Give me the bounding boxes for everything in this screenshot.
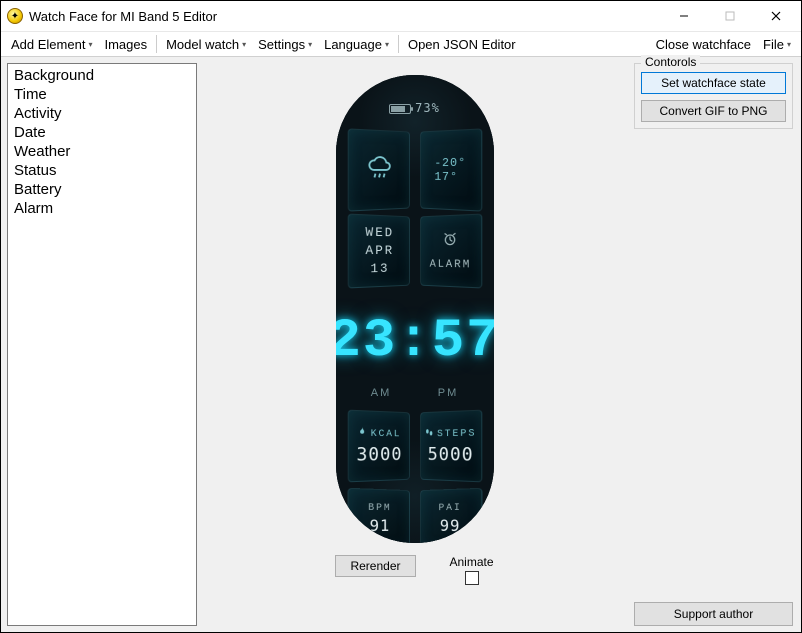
set-watchface-state-button[interactable]: Set watchface state [641,72,786,94]
activity-row: KCAL 3000 STEPS 5000 [348,411,482,481]
pai-value: 99 [439,516,460,535]
menu-model-watch[interactable]: Model watch▾ [160,34,252,55]
rerender-button[interactable]: Rerender [335,555,415,577]
steps-label: STEPS [437,428,476,440]
weather-row: -20° 17° [348,130,482,210]
main-area: Background Time Activity Date Weather St… [1,57,801,632]
menu-add-element[interactable]: Add Element▾ [5,34,98,55]
kcal-value: 3000 [356,444,402,466]
menu-divider [398,35,399,53]
bpm-value: 91 [369,516,390,535]
menu-images[interactable]: Images [98,34,153,55]
pai-label: PAI [438,503,461,514]
flame-icon [357,426,367,440]
right-panel: Contorols Set watchface state Convert GI… [626,57,801,632]
ampm-row: AM PM [348,387,482,399]
cloud-rain-icon [365,156,394,185]
battery-indicator: 73% [348,101,482,115]
list-item[interactable]: Status [10,161,194,180]
controls-group: Contorols Set watchface state Convert GI… [634,63,793,129]
date-pane: WED APR 13 [347,214,409,289]
convert-gif-button[interactable]: Convert GIF to PNG [641,100,786,122]
list-item[interactable]: Alarm [10,199,194,218]
controls-group-label: Contorols [641,55,700,69]
menu-settings[interactable]: Settings▾ [252,34,318,55]
menu-language[interactable]: Language▾ [318,34,395,55]
window-title: Watch Face for MI Band 5 Editor [29,9,217,24]
battery-icon [389,104,411,114]
alarm-label: ALARM [429,259,471,272]
steps-icon [425,427,434,441]
app-icon: ✦ [7,8,23,24]
kcal-pane: KCAL 3000 [347,410,409,483]
temp-high: 17° [434,170,466,184]
list-item[interactable]: Activity [10,104,194,123]
alarm-icon [442,231,458,255]
menubar: Add Element▾ Images Model watch▾ Setting… [1,31,801,57]
element-list[interactable]: Background Time Activity Date Weather St… [7,63,197,626]
menu-open-json[interactable]: Open JSON Editor [402,34,522,55]
titlebar: ✦ Watch Face for MI Band 5 Editor [1,1,801,31]
menu-file[interactable]: File▾ [757,34,797,55]
digital-time: 23:57 [336,311,494,372]
menu-close-watchface[interactable]: Close watchface [650,34,757,55]
close-button[interactable] [753,1,799,31]
support-author-button[interactable]: Support author [634,602,793,626]
minimize-button[interactable] [661,1,707,31]
pm-label: PM [438,387,459,399]
alarm-pane: ALARM [420,214,482,289]
animate-label: Animate [450,555,494,569]
battery-text: 73% [415,101,440,115]
preview-area: 73% -20° 17° [203,57,626,632]
list-item[interactable]: Date [10,123,194,142]
bpm-label: BPM [368,503,391,514]
day: 13 [365,260,394,279]
animate-checkbox[interactable] [465,571,479,585]
steps-value: 5000 [427,444,473,466]
date-alarm-row: WED APR 13 ALARM [348,215,482,287]
maximize-button[interactable] [707,1,753,31]
list-item[interactable]: Weather [10,142,194,161]
temp-low: -20° [434,156,466,170]
list-item[interactable]: Time [10,85,194,104]
steps-pane: STEPS 5000 [420,410,482,483]
pai-pane: PAI 99 [420,488,482,543]
list-item[interactable]: Background [10,66,194,85]
list-item[interactable]: Battery [10,180,194,199]
month: APR [365,242,394,260]
am-label: AM [371,387,392,399]
time-panel: 23:57 [348,293,482,389]
menu-divider [156,35,157,53]
weather-icon-pane [347,128,409,211]
health-row: BPM 91 PAI 99 [348,489,482,543]
temperature-pane: -20° 17° [420,128,482,211]
preview-controls: Rerender Animate [335,555,493,585]
weekday: WED [365,224,394,243]
watch-preview: 73% -20° 17° [336,75,494,543]
bpm-pane: BPM 91 [347,488,409,543]
kcal-label: KCAL [370,428,401,439]
